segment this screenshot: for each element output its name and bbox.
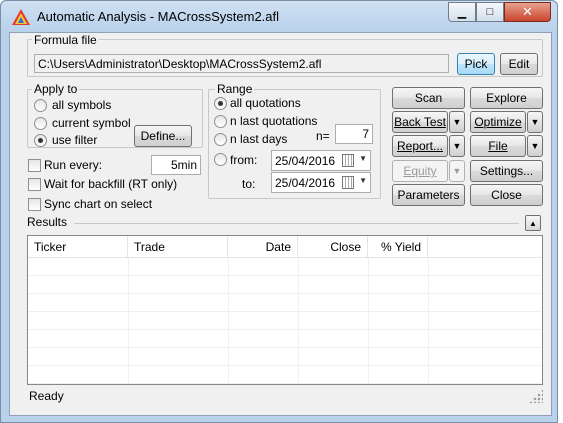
maximize-button[interactable]: □ (476, 2, 504, 22)
chevron-down-icon: ▼ (530, 117, 540, 127)
minimize-button[interactable]: ▁ (448, 2, 476, 22)
settings-button[interactable]: Settings... (470, 160, 543, 182)
results-table-header: Ticker Trade Date Close % Yield (28, 236, 542, 258)
optimize-button[interactable]: Optimize (470, 111, 526, 133)
range-group-label: Range (215, 82, 255, 96)
radio-n-last-days[interactable] (214, 133, 227, 146)
radio-use-filter[interactable] (34, 134, 47, 147)
wait-backfill-label: Wait for backfill (RT only) (44, 177, 178, 191)
sync-chart-label: Sync chart on select (44, 197, 153, 211)
equity-button[interactable]: Equity (392, 160, 448, 182)
back-test-button[interactable]: Back Test (392, 111, 448, 133)
minimize-icon: ▁ (457, 6, 467, 19)
column-header-filler (428, 236, 542, 258)
results-grid (28, 258, 542, 384)
chevron-down-icon: ▼ (452, 117, 462, 127)
results-label: Results (27, 215, 68, 229)
pick-button[interactable]: Pick (457, 53, 495, 75)
grid-line (28, 383, 542, 384)
formula-file-group-label: Formula file (32, 33, 99, 47)
n-value-input[interactable]: 7 (335, 124, 373, 144)
chevron-down-icon: ▼ (359, 176, 367, 185)
radio-use-filter-label: use filter (52, 133, 98, 147)
column-header-trade[interactable]: Trade (128, 236, 228, 258)
automatic-analysis-window: Automatic Analysis - MACrossSystem2.afl … (0, 0, 558, 423)
file-dropdown[interactable]: ▼ (527, 135, 543, 157)
run-every-label: Run every: (44, 158, 103, 172)
calendar-icon (342, 176, 354, 189)
status-text: Ready (29, 389, 64, 403)
close-icon: ✕ (522, 4, 533, 19)
radio-current-symbol[interactable] (34, 117, 47, 130)
back-test-dropdown[interactable]: ▼ (449, 111, 465, 133)
radio-all-symbols[interactable] (34, 99, 47, 112)
calendar-icon (342, 154, 354, 167)
report-button[interactable]: Report... (392, 135, 448, 157)
equity-dropdown[interactable]: ▼ (449, 160, 465, 182)
chevron-down-icon: ▼ (530, 141, 540, 151)
scan-button[interactable]: Scan (392, 87, 465, 109)
title-bar[interactable]: Automatic Analysis - MACrossSystem2.afl … (1, 1, 557, 32)
to-date-value: 25/04/2016 (275, 176, 336, 190)
formula-path-field[interactable]: C:\Users\Administrator\Desktop\MACrossSy… (34, 54, 449, 73)
grid-line (28, 329, 542, 330)
define-filter-button[interactable]: Define... (134, 125, 192, 147)
n-equals-label: n= (316, 129, 330, 143)
file-button[interactable]: File (470, 135, 526, 157)
radio-all-quotations-label: all quotations (230, 96, 301, 110)
chevron-down-icon: ▼ (452, 166, 462, 176)
radio-all-symbols-label: all symbols (52, 98, 112, 112)
column-header-close[interactable]: Close (298, 236, 368, 258)
grid-line (28, 365, 542, 366)
results-separator (74, 223, 519, 224)
maximize-icon: □ (486, 6, 494, 18)
collapse-results-button[interactable]: ▲ (525, 215, 541, 231)
close-window-button[interactable]: ✕ (504, 2, 551, 22)
parameters-button[interactable]: Parameters (392, 184, 465, 206)
column-header-yield[interactable]: % Yield (368, 236, 428, 258)
wait-backfill-checkbox[interactable] (28, 178, 41, 191)
amibroker-logo-icon (12, 9, 30, 25)
run-every-interval-input[interactable]: 5min (151, 155, 201, 175)
to-date-picker[interactable]: 25/04/2016 ▼ (271, 172, 371, 193)
close-button[interactable]: Close (470, 184, 543, 206)
grid-line (28, 311, 542, 312)
chevron-down-icon: ▼ (359, 154, 367, 163)
report-dropdown[interactable]: ▼ (449, 135, 465, 157)
grid-line (28, 347, 542, 348)
chevron-up-icon: ▲ (529, 218, 537, 228)
window-title: Automatic Analysis - MACrossSystem2.afl (37, 9, 280, 24)
from-date-value: 25/04/2016 (275, 154, 336, 168)
explore-button[interactable]: Explore (470, 87, 543, 109)
column-header-ticker[interactable]: Ticker (28, 236, 128, 258)
optimize-dropdown[interactable]: ▼ (527, 111, 543, 133)
radio-n-last-quotations-label: n last quotations (230, 114, 318, 128)
to-date-label: to: (242, 177, 256, 191)
radio-from-date[interactable] (214, 153, 227, 166)
results-table[interactable]: Ticker Trade Date Close % Yield (27, 235, 543, 385)
status-bar: Ready (27, 387, 543, 405)
grid-line (28, 293, 542, 294)
sync-chart-checkbox[interactable] (28, 198, 41, 211)
radio-current-symbol-label: current symbol (52, 116, 131, 130)
chevron-down-icon: ▼ (452, 141, 462, 151)
edit-button[interactable]: Edit (500, 53, 538, 75)
from-date-picker[interactable]: 25/04/2016 ▼ (271, 150, 371, 171)
run-every-checkbox[interactable] (28, 159, 41, 172)
grid-line (28, 275, 542, 276)
radio-from-date-label: from: (230, 153, 258, 167)
radio-n-last-days-label: n last days (230, 132, 288, 146)
column-header-date[interactable]: Date (228, 236, 298, 258)
dialog-client-area: Formula file C:\Users\Administrator\Desk… (9, 32, 552, 416)
radio-all-quotations[interactable] (214, 97, 227, 110)
apply-to-group-label: Apply to (32, 82, 80, 96)
radio-n-last-quotations[interactable] (214, 115, 227, 128)
